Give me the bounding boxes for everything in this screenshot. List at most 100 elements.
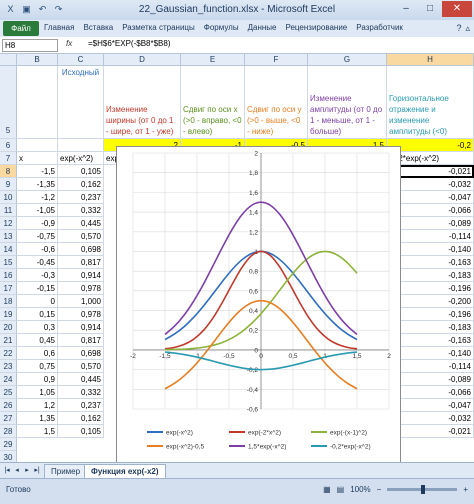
table-cell-exp[interactable]: 0,445	[58, 217, 104, 230]
header-cell-g[interactable]: Изменение амплитуды (от 0 до 1 - меньше,…	[308, 66, 387, 139]
close-icon[interactable]: ✕	[442, 1, 472, 17]
row-header-22[interactable]: 22	[0, 347, 17, 360]
table-cell-exp[interactable]: 0,237	[58, 399, 104, 412]
minimize-icon[interactable]: –	[394, 1, 418, 17]
row-header-25[interactable]: 25	[0, 386, 17, 399]
row-header-24[interactable]: 24	[0, 373, 17, 386]
select-all-corner[interactable]	[0, 54, 17, 66]
label-cell-c[interactable]: exp(-x^2)	[58, 152, 104, 165]
table-cell-x[interactable]: -0,75	[17, 230, 58, 243]
table-cell-x[interactable]: 0,6	[17, 347, 58, 360]
row-header-6[interactable]: 6	[0, 139, 17, 152]
column-header-g[interactable]: G	[308, 54, 387, 66]
table-cell-exp[interactable]: 0,914	[58, 269, 104, 282]
tab-data[interactable]: Данные	[248, 23, 277, 32]
maximize-icon[interactable]: □	[418, 1, 442, 17]
header-cell-d[interactable]: Изменение ширины (от 0 до 1 - шире, от 1…	[104, 66, 181, 139]
table-cell-exp[interactable]: 0,817	[58, 334, 104, 347]
table-cell-x[interactable]: 1,05	[17, 386, 58, 399]
row-header-28[interactable]: 28	[0, 425, 17, 438]
column-header-f[interactable]: F	[245, 54, 308, 66]
row-header-11[interactable]: 11	[0, 204, 17, 217]
normal-view-icon[interactable]: ▦	[323, 485, 331, 494]
table-cell-exp[interactable]: 1,000	[58, 295, 104, 308]
row-header-17[interactable]: 17	[0, 282, 17, 295]
table-cell-exp[interactable]: 0,978	[58, 308, 104, 321]
prev-sheet-icon[interactable]: ◂	[13, 466, 21, 474]
table-cell-exp[interactable]: 0,162	[58, 412, 104, 425]
table-cell-exp[interactable]: 0,332	[58, 386, 104, 399]
table-cell-x[interactable]: 0,15	[17, 308, 58, 321]
row-header-7[interactable]: 7	[0, 152, 17, 165]
tab-home[interactable]: Главная	[44, 23, 74, 32]
table-cell-x[interactable]: -1,05	[17, 204, 58, 217]
sheet-tab-function[interactable]: Функция exp(-x2)	[84, 464, 166, 479]
function-icon[interactable]: fx	[66, 39, 72, 48]
table-cell-x[interactable]: -0,9	[17, 217, 58, 230]
row-header-16[interactable]: 16	[0, 269, 17, 282]
help-icon[interactable]: ?	[456, 23, 461, 34]
row-header-19[interactable]: 19	[0, 308, 17, 321]
table-cell-x[interactable]: -1,5	[17, 165, 58, 178]
row-header-5[interactable]: 5	[0, 66, 17, 139]
table-cell-x[interactable]: -0,3	[17, 269, 58, 282]
table-cell-exp[interactable]: 0,978	[58, 282, 104, 295]
table-cell-exp[interactable]: 0,162	[58, 178, 104, 191]
row-header-27[interactable]: 27	[0, 412, 17, 425]
row-header-20[interactable]: 20	[0, 321, 17, 334]
tab-page-layout[interactable]: Разметка страницы	[122, 23, 195, 32]
row-header-12[interactable]: 12	[0, 217, 17, 230]
table-cell-x[interactable]: 0,9	[17, 373, 58, 386]
row-header-29[interactable]: 29	[0, 438, 17, 451]
column-header-e[interactable]: E	[181, 54, 245, 66]
label-cell-b[interactable]: x	[17, 152, 58, 165]
row-header-30[interactable]: 30	[0, 451, 17, 462]
row-header-26[interactable]: 26	[0, 399, 17, 412]
table-cell-x[interactable]: -0,45	[17, 256, 58, 269]
header-cell-c[interactable]: Исходный	[58, 66, 104, 139]
tab-formulas[interactable]: Формулы	[204, 23, 239, 32]
first-sheet-icon[interactable]: |◂	[3, 466, 11, 474]
name-box[interactable]: H8	[2, 39, 58, 52]
zoom-out-icon[interactable]: −	[377, 485, 382, 494]
table-cell-exp[interactable]: 0,698	[58, 347, 104, 360]
page-layout-view-icon[interactable]: ▤	[337, 485, 345, 494]
table-cell-exp[interactable]: 0,914	[58, 321, 104, 334]
header-cell-h[interactable]: Горизонтальное отражение и изменение амп…	[387, 66, 474, 139]
table-cell-x[interactable]: -0,15	[17, 282, 58, 295]
table-cell-x[interactable]: -0,6	[17, 243, 58, 256]
row-header-21[interactable]: 21	[0, 334, 17, 347]
table-cell-exp[interactable]: 0,570	[58, 230, 104, 243]
param-cell-c[interactable]	[58, 139, 104, 152]
table-cell-x[interactable]: 1,5	[17, 425, 58, 438]
column-header-d[interactable]: D	[104, 54, 181, 66]
zoom-in-icon[interactable]: +	[463, 485, 468, 494]
table-cell-x[interactable]: -1,2	[17, 191, 58, 204]
table-cell-x[interactable]: -1,35	[17, 178, 58, 191]
table-cell-exp[interactable]: 0,570	[58, 360, 104, 373]
table-cell-x[interactable]: 1,2	[17, 399, 58, 412]
table-cell-exp[interactable]: 0,105	[58, 425, 104, 438]
row-header-14[interactable]: 14	[0, 243, 17, 256]
tab-insert[interactable]: Вставка	[83, 23, 113, 32]
header-cell-f[interactable]: Сдвиг по оси у (>0 - выше, <0 - ниже)	[245, 66, 308, 139]
sheet-tab-example[interactable]: Пример	[44, 464, 88, 479]
table-cell-exp[interactable]: 0,105	[58, 165, 104, 178]
row-header-10[interactable]: 10	[0, 191, 17, 204]
table-cell-x[interactable]: 0,75	[17, 360, 58, 373]
minimize-ribbon-icon[interactable]: ▵	[465, 23, 470, 34]
column-header-h[interactable]: H	[387, 54, 474, 66]
table-cell-exp[interactable]: 0,237	[58, 191, 104, 204]
formula-input[interactable]: =$H$6*EXP(-$B8*$B8)	[88, 39, 171, 48]
next-sheet-icon[interactable]: ▸	[23, 466, 31, 474]
table-cell-x[interactable]: 0	[17, 295, 58, 308]
chart[interactable]: -0,6 -0,4 -0,2 0 0,2 0,4 0,6 0,8 1 1,2 1,4 1,6 1,8 2-…	[116, 146, 401, 464]
table-cell-exp[interactable]: 0,445	[58, 373, 104, 386]
table-cell-x[interactable]: 0,45	[17, 334, 58, 347]
row-header-15[interactable]: 15	[0, 256, 17, 269]
table-cell-x[interactable]: 0,3	[17, 321, 58, 334]
zoom-slider[interactable]	[387, 485, 458, 494]
table-cell-exp[interactable]: 0,817	[58, 256, 104, 269]
header-cell-e[interactable]: Сдвиг по оси х (>0 - вправо, <0 - влево)	[181, 66, 245, 139]
tab-review[interactable]: Рецензирование	[285, 23, 347, 32]
